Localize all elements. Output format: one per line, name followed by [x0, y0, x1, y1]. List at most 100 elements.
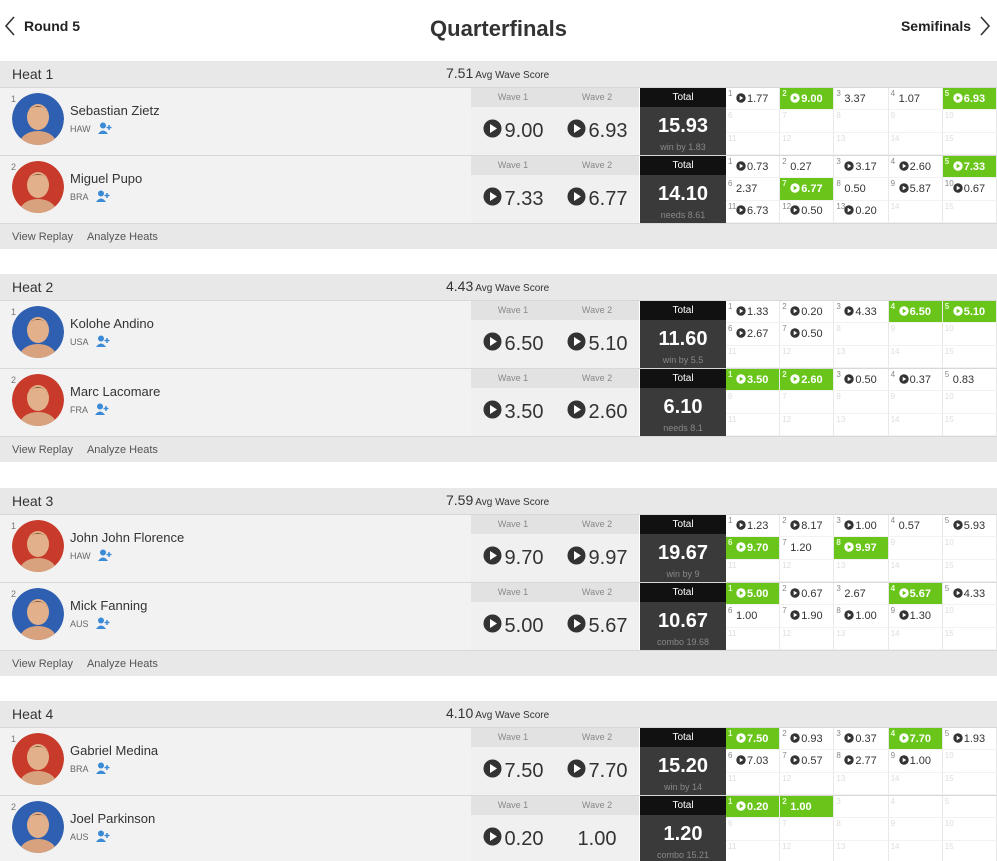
wave-cell[interactable]: 4 2.60 — [888, 156, 943, 179]
wave-cell[interactable]: 12 0.50 — [780, 200, 835, 223]
wave-cell[interactable]: 7 6.77 — [780, 178, 835, 201]
wave-cell[interactable]: 6 7.03 — [726, 750, 781, 773]
follow-user-icon[interactable] — [97, 549, 112, 563]
wave-cell[interactable]: 1 7.50 — [726, 728, 781, 751]
wave-cell[interactable]: 4 7.70 — [888, 728, 943, 751]
avatar[interactable] — [12, 374, 64, 426]
play-icon[interactable] — [483, 400, 502, 424]
view-replay-link[interactable]: View Replay — [12, 658, 73, 670]
wave-score[interactable]: 7.70 — [555, 747, 639, 795]
wave-cell[interactable]: 1 1.33 — [726, 301, 781, 324]
play-icon[interactable] — [567, 187, 586, 211]
wave-cell[interactable]: 4 5.67 — [888, 583, 943, 606]
wave-cell[interactable]: 5 4.33 — [942, 583, 997, 606]
surfer-name[interactable]: Gabriel Medina — [70, 743, 158, 758]
avatar[interactable] — [12, 733, 64, 785]
surfer-name[interactable]: John John Florence — [70, 530, 184, 545]
surfer-name[interactable]: Marc Lacomare — [70, 384, 160, 399]
wave-cell[interactable]: 2 0.67 — [780, 583, 835, 606]
wave-score[interactable]: 7.33 — [471, 175, 555, 223]
wave-cell[interactable]: 2 9.00 — [780, 88, 835, 111]
wave-cell[interactable]: 9 1.30 — [888, 605, 943, 628]
wave-cell[interactable]: 11 6.73 — [726, 200, 781, 223]
wave-score[interactable]: 9.00 — [471, 107, 555, 155]
avatar[interactable] — [12, 306, 64, 358]
wave-cell[interactable]: 4 0.57 — [888, 515, 943, 538]
wave-cell[interactable]: 5 7.33 — [942, 156, 997, 179]
wave-cell[interactable]: 7 1.90 — [780, 605, 835, 628]
play-icon[interactable] — [483, 827, 502, 851]
wave-score[interactable]: 3.50 — [471, 388, 555, 436]
wave-cell[interactable]: 5 1.93 — [942, 728, 997, 751]
surfer-name[interactable]: Sebastian Zietz — [70, 103, 160, 118]
wave-cell[interactable]: 5 0.83 — [942, 369, 997, 392]
play-icon[interactable] — [483, 119, 502, 143]
wave-cell[interactable]: 1 0.73 — [726, 156, 781, 179]
play-icon[interactable] — [483, 187, 502, 211]
play-icon[interactable] — [567, 614, 586, 638]
wave-cell[interactable]: 3 2.67 — [834, 583, 889, 606]
play-icon[interactable] — [483, 614, 502, 638]
wave-score[interactable]: 2.60 — [555, 388, 639, 436]
wave-cell[interactable]: 2 8.17 — [780, 515, 835, 538]
follow-user-icon[interactable] — [95, 335, 110, 349]
wave-cell[interactable]: 4 0.37 — [888, 369, 943, 392]
wave-cell[interactable]: 3 1.00 — [834, 515, 889, 538]
wave-cell[interactable]: 9 5.87 — [888, 178, 943, 201]
wave-cell[interactable]: 5 6.93 — [942, 88, 997, 111]
wave-cell[interactable]: 3 4.33 — [834, 301, 889, 324]
wave-score[interactable]: 7.50 — [471, 747, 555, 795]
wave-cell[interactable]: 2 0.20 — [780, 301, 835, 324]
surfer-name[interactable]: Miguel Pupo — [70, 171, 142, 186]
surfer-name[interactable]: Kolohe Andino — [70, 316, 154, 331]
wave-cell[interactable]: 4 6.50 — [888, 301, 943, 324]
follow-user-icon[interactable] — [95, 190, 110, 204]
wave-cell[interactable]: 5 5.10 — [942, 301, 997, 324]
analyze-heats-link[interactable]: Analyze Heats — [87, 658, 158, 670]
wave-cell[interactable]: 8 2.77 — [834, 750, 889, 773]
wave-score[interactable]: 5.67 — [555, 602, 639, 650]
wave-cell[interactable]: 9 1.00 — [888, 750, 943, 773]
surfer-name[interactable]: Mick Fanning — [70, 598, 147, 613]
follow-user-icon[interactable] — [97, 122, 112, 136]
wave-cell[interactable]: 7 1.20 — [780, 537, 835, 560]
follow-user-icon[interactable] — [95, 617, 110, 631]
play-icon[interactable] — [483, 759, 502, 783]
wave-score[interactable]: 0.20 — [471, 815, 555, 861]
prev-round-link[interactable]: Round 5 — [4, 16, 80, 36]
wave-cell[interactable]: 8 9.97 — [834, 537, 889, 560]
avatar[interactable] — [12, 588, 64, 640]
wave-cell[interactable]: 4 1.07 — [888, 88, 943, 111]
wave-cell[interactable]: 1 3.50 — [726, 369, 781, 392]
view-replay-link[interactable]: View Replay — [12, 444, 73, 456]
analyze-heats-link[interactable]: Analyze Heats — [87, 444, 158, 456]
wave-cell[interactable]: 6 9.70 — [726, 537, 781, 560]
wave-cell[interactable]: 6 2.67 — [726, 323, 781, 346]
avatar[interactable] — [12, 520, 64, 572]
avatar[interactable] — [12, 801, 64, 853]
wave-cell[interactable]: 2 1.00 — [780, 796, 835, 819]
wave-score[interactable]: 6.93 — [555, 107, 639, 155]
wave-cell[interactable]: 8 0.50 — [834, 178, 889, 201]
wave-cell[interactable]: 1 5.00 — [726, 583, 781, 606]
play-icon[interactable] — [567, 119, 586, 143]
follow-user-icon[interactable] — [95, 830, 110, 844]
wave-score[interactable]: 5.00 — [471, 602, 555, 650]
wave-cell[interactable]: 1 1.23 — [726, 515, 781, 538]
play-icon[interactable] — [567, 546, 586, 570]
play-icon[interactable] — [567, 759, 586, 783]
wave-cell[interactable]: 1 0.20 — [726, 796, 781, 819]
wave-cell[interactable]: 7 0.50 — [780, 323, 835, 346]
wave-cell[interactable]: 3 0.37 — [834, 728, 889, 751]
play-icon[interactable] — [567, 332, 586, 356]
wave-cell[interactable]: 5 5.93 — [942, 515, 997, 538]
wave-score[interactable]: 6.77 — [555, 175, 639, 223]
analyze-heats-link[interactable]: Analyze Heats — [87, 231, 158, 243]
wave-cell[interactable]: 3 3.37 — [834, 88, 889, 111]
next-round-link[interactable]: Semifinals — [901, 16, 991, 36]
wave-cell[interactable]: 3 3.17 — [834, 156, 889, 179]
wave-cell[interactable]: 2 2.60 — [780, 369, 835, 392]
wave-cell[interactable]: 1 1.77 — [726, 88, 781, 111]
view-replay-link[interactable]: View Replay — [12, 231, 73, 243]
wave-cell[interactable]: 2 0.27 — [780, 156, 835, 179]
